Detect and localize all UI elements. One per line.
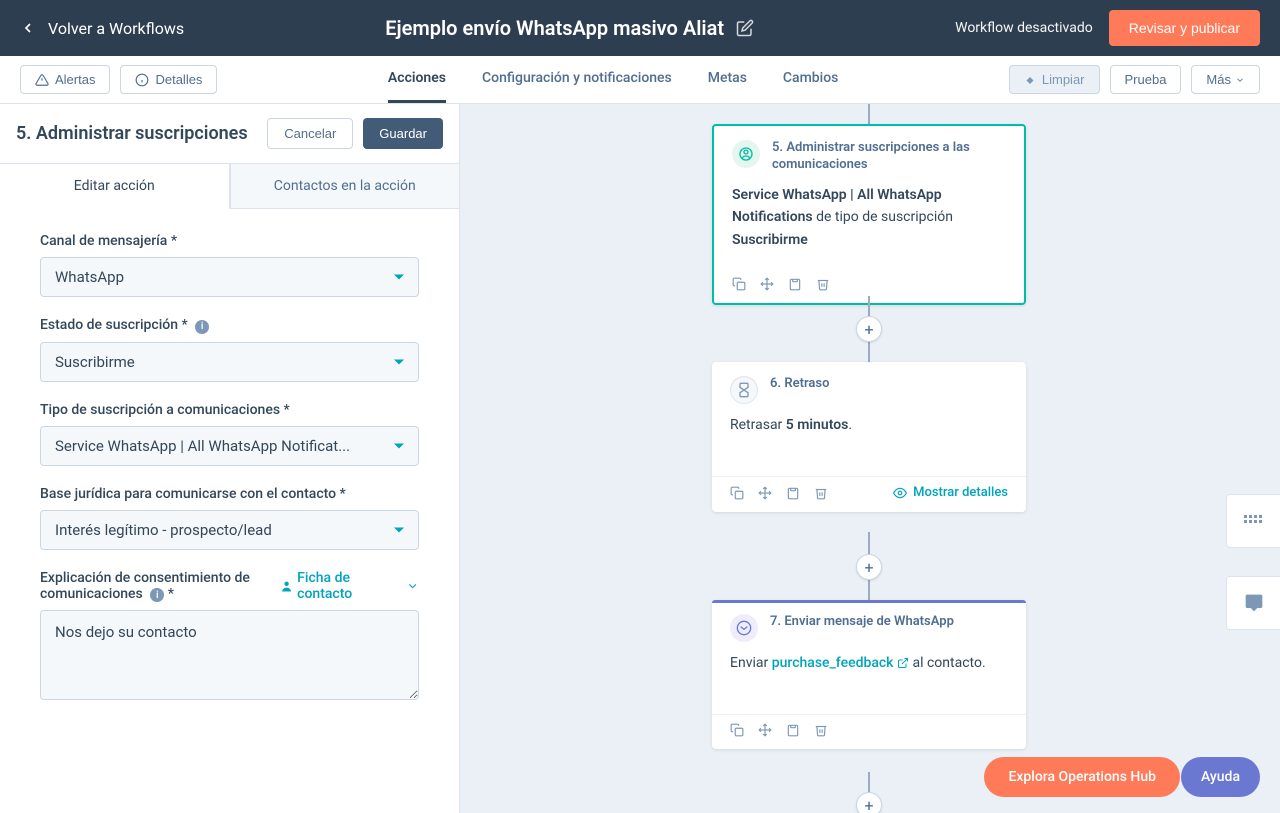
copy-icon[interactable]: [730, 723, 744, 737]
move-icon[interactable]: [758, 486, 772, 500]
add-node-button-1[interactable]: +: [856, 316, 882, 342]
subscription-icon: [732, 140, 760, 168]
copy-icon[interactable]: [730, 486, 744, 500]
type-select[interactable]: Service WhatsApp | All WhatsApp Notifica…: [40, 426, 419, 466]
node-7[interactable]: 7. Enviar mensaje de WhatsApp Enviar pur…: [712, 600, 1026, 749]
trash-icon[interactable]: [816, 277, 830, 291]
back-label: Volver a Workflows: [48, 19, 184, 38]
node-5-title: 5. Administrar suscripciones a las comun…: [772, 140, 1006, 174]
alerts-button[interactable]: Alertas: [20, 65, 110, 94]
back-link[interactable]: Volver a Workflows: [20, 19, 184, 38]
clean-button[interactable]: Limpiar: [1009, 65, 1100, 94]
chat-icon: [1244, 593, 1264, 613]
publish-button[interactable]: Revisar y publicar: [1109, 10, 1260, 46]
node-5[interactable]: 5. Administrar suscripciones a las comun…: [712, 124, 1026, 305]
tab-contacts-in-action[interactable]: Contactos en la acción: [230, 164, 460, 209]
state-label: Estado de suscripción * i: [40, 317, 419, 334]
pencil-icon[interactable]: [736, 19, 754, 37]
tab-changes[interactable]: Cambios: [783, 56, 838, 103]
more-button[interactable]: Más: [1191, 65, 1260, 94]
clipboard-icon[interactable]: [788, 277, 802, 291]
tab-actions[interactable]: Acciones: [388, 56, 446, 103]
move-icon[interactable]: [760, 277, 774, 291]
eye-icon: [893, 486, 907, 500]
panel-title: 5. Administrar suscripciones: [16, 123, 248, 144]
info-icon: [135, 73, 149, 87]
test-button[interactable]: Prueba: [1110, 65, 1182, 94]
tab-config[interactable]: Configuración y notificaciones: [482, 56, 672, 103]
clipboard-icon[interactable]: [786, 486, 800, 500]
move-icon[interactable]: [758, 723, 772, 737]
trash-icon[interactable]: [814, 723, 828, 737]
state-select[interactable]: Suscribirme: [40, 342, 419, 382]
node-7-content: Enviar purchase_feedback al contacto.: [730, 652, 1008, 674]
save-button[interactable]: Guardar: [363, 118, 443, 149]
explain-label: Explicación de consentimiento de comunic…: [40, 570, 280, 603]
help-button[interactable]: Ayuda: [1181, 757, 1260, 797]
copy-icon[interactable]: [732, 277, 746, 291]
node-6-content: Retrasar 5 minutos.: [730, 414, 1008, 436]
info-icon[interactable]: i: [195, 320, 209, 334]
minimap-button[interactable]: [1226, 494, 1280, 548]
channel-select[interactable]: WhatsApp: [40, 257, 419, 297]
node-5-content: Service WhatsApp | All WhatsApp Notifica…: [732, 184, 1006, 251]
workflow-title: Ejemplo envío WhatsApp masivo Aliat: [385, 16, 724, 40]
grid-icon: [1244, 515, 1264, 527]
warning-icon: [35, 73, 49, 87]
cancel-button[interactable]: Cancelar: [267, 118, 353, 149]
broom-icon: [1024, 74, 1036, 86]
chevron-down-icon: [406, 579, 419, 593]
tab-goals[interactable]: Metas: [708, 56, 747, 103]
explain-textarea[interactable]: [40, 610, 419, 700]
contact-chip[interactable]: Ficha de contacto: [280, 570, 419, 602]
add-node-button-3[interactable]: +: [856, 792, 882, 813]
channel-label: Canal de mensajería *: [40, 233, 419, 249]
details-button[interactable]: Detalles: [120, 65, 217, 94]
trash-icon[interactable]: [814, 486, 828, 500]
info-icon[interactable]: i: [150, 588, 164, 602]
delay-icon: [730, 376, 758, 404]
node-6[interactable]: 6. Retraso Retrasar 5 minutos. Mostrar d…: [712, 362, 1026, 512]
workflow-status: Workflow desactivado: [955, 20, 1093, 36]
explore-button[interactable]: Explora Operations Hub: [984, 757, 1180, 797]
chevron-down-icon: [1235, 75, 1245, 85]
basis-select[interactable]: Interés legítimo - prospecto/lead: [40, 510, 419, 550]
contact-icon: [280, 579, 293, 593]
chevron-left-icon: [20, 20, 36, 36]
message-icon: [730, 614, 758, 642]
node-6-title: 6. Retraso: [770, 376, 829, 393]
show-details-link[interactable]: Mostrar detalles: [893, 485, 1008, 500]
add-node-button-2[interactable]: +: [856, 554, 882, 580]
node-7-title: 7. Enviar mensaje de WhatsApp: [770, 614, 954, 631]
clipboard-icon[interactable]: [786, 723, 800, 737]
type-label: Tipo de suscripción a comunicaciones *: [40, 402, 419, 418]
basis-label: Base jurídica para comunicarse con el co…: [40, 486, 419, 502]
comments-button[interactable]: [1226, 576, 1280, 630]
external-link-icon: [897, 657, 909, 669]
tab-edit-action[interactable]: Editar acción: [0, 164, 230, 209]
